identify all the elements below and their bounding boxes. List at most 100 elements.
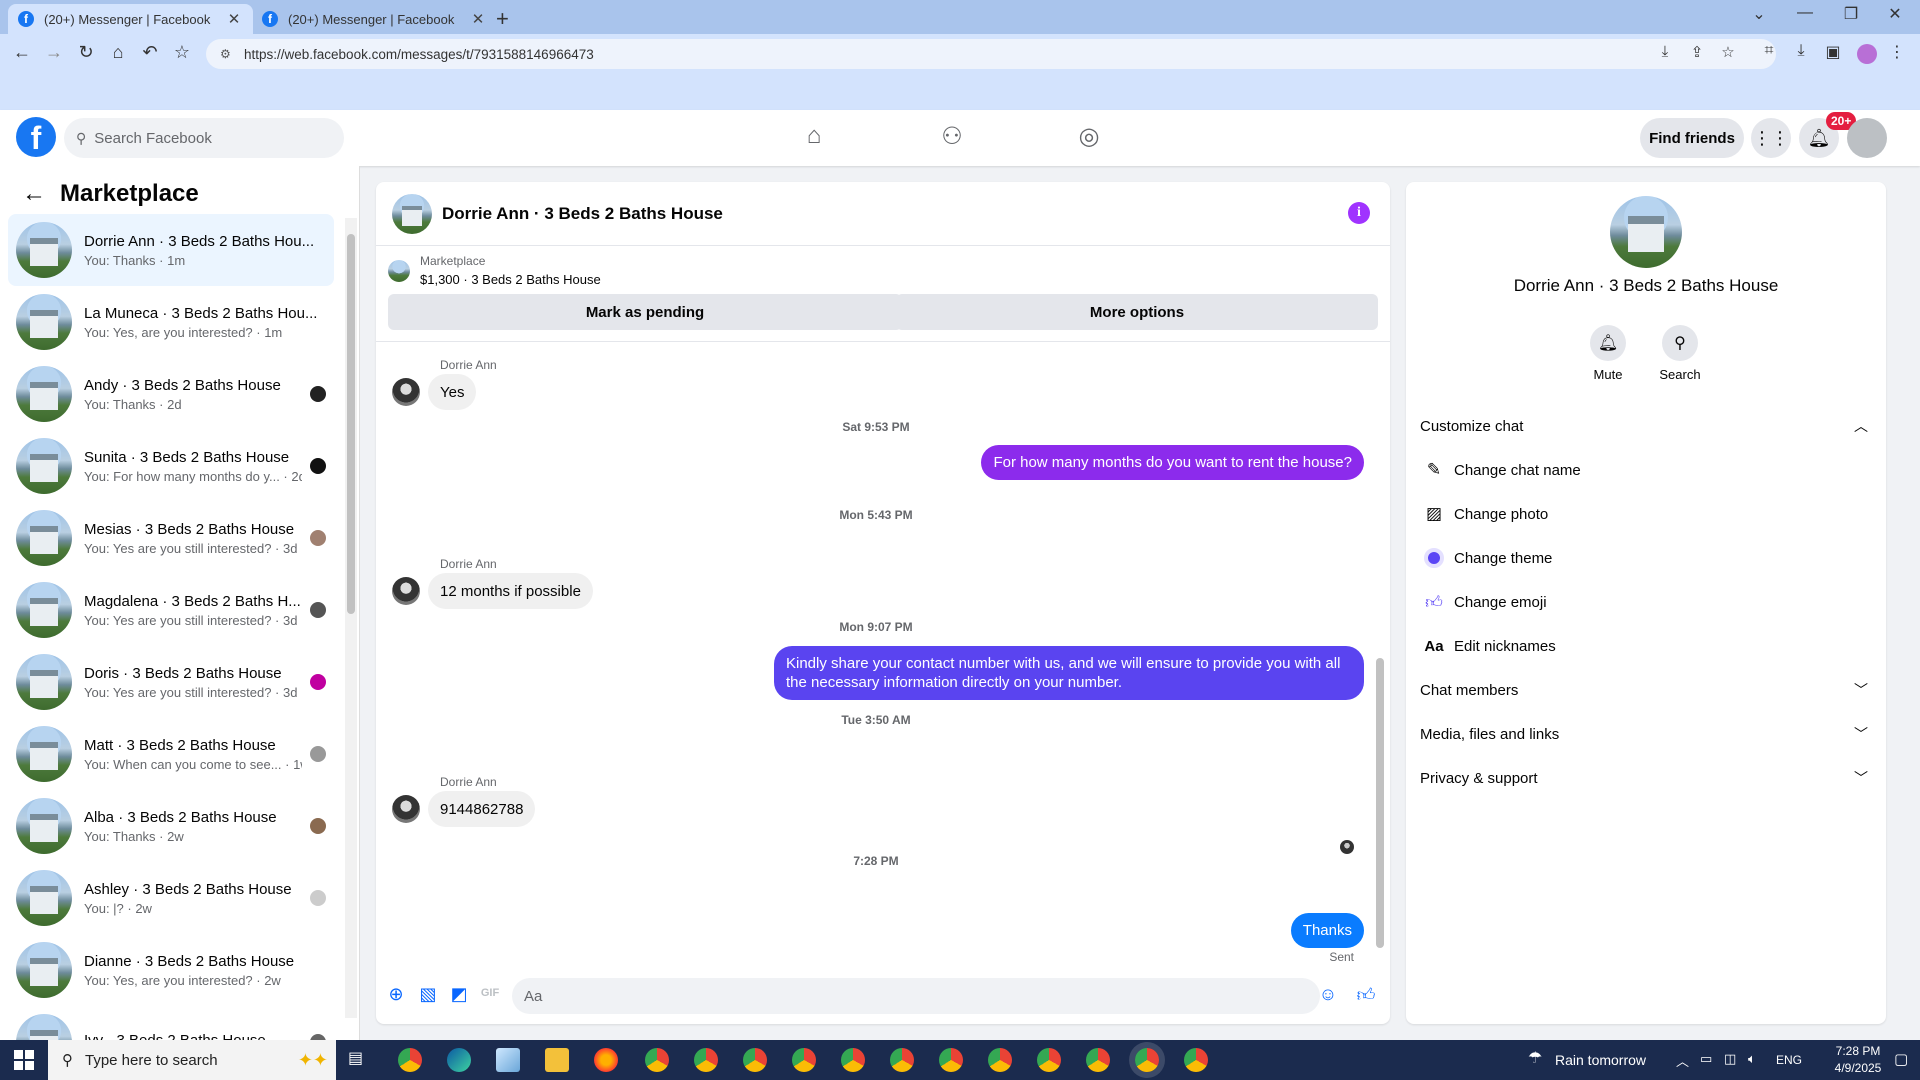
outgoing-message[interactable]: Thanks — [1290, 913, 1364, 948]
emoji-icon[interactable]: ☺ — [1316, 984, 1340, 1008]
conversation-item[interactable]: Dianne · 3 Beds 2 Baths House You: Yes, a… — [8, 934, 334, 1006]
chrome-profile-icon[interactable] — [743, 1048, 767, 1072]
message-input[interactable] — [512, 978, 1320, 1014]
gif-icon[interactable]: GIF — [478, 987, 502, 1011]
task-view-icon[interactable]: ▤ — [348, 1048, 372, 1072]
privacy-support-section[interactable]: Privacy & support ﹀ — [1420, 756, 1872, 800]
edit-nicknames-item[interactable]: Aa Edit nicknames — [1420, 624, 1872, 668]
search-action[interactable]: ⚲ Search — [1650, 325, 1710, 382]
chat-scrollbar[interactable] — [1374, 348, 1386, 960]
tab-search-chevron-icon[interactable]: ⌄ — [1736, 4, 1782, 24]
bookmark-page-star-icon[interactable]: ☆ — [1716, 43, 1740, 61]
back-arrow-icon[interactable]: ← — [22, 180, 46, 208]
crop-extension-icon[interactable]: ⌗ — [1756, 42, 1782, 60]
weather-cloud-icon[interactable]: ☂ — [1528, 1048, 1542, 1068]
customize-chat-section[interactable]: Customize chat ︿ — [1420, 404, 1872, 448]
chrome-profile-icon[interactable] — [792, 1048, 816, 1072]
file-explorer-icon[interactable] — [545, 1048, 569, 1072]
facebook-logo-icon[interactable]: f — [16, 117, 56, 157]
mute-action[interactable]: 🔔︎ Mute — [1578, 325, 1638, 382]
sidebar-scrollbar[interactable] — [345, 218, 357, 1018]
sender-avatar[interactable] — [392, 378, 420, 406]
bell-icon[interactable]: 🔔︎ — [1590, 325, 1626, 361]
share-icon[interactable]: ⇪ — [1685, 43, 1709, 61]
close-tab-icon[interactable]: ✕ — [225, 10, 243, 28]
thumbs-up-like-icon[interactable]: 👍︎ — [1354, 984, 1378, 1008]
chrome-profile-icon[interactable] — [645, 1048, 669, 1072]
conversation-item[interactable]: Doris · 3 Beds 2 Baths House You: Yes are… — [8, 646, 334, 718]
back-arrow-icon[interactable]: ← — [8, 42, 36, 63]
conversation-item[interactable]: La Muneca · 3 Beds 2 Baths Hou... You: Ye… — [8, 286, 334, 358]
reload-icon[interactable]: ↻ — [72, 42, 100, 63]
volume-speaker-icon[interactable]: 🔈︎ — [1748, 1051, 1756, 1067]
browser-menu-icon[interactable]: ⋮ — [1884, 42, 1910, 62]
search-icon[interactable]: ⚲ — [1662, 325, 1698, 361]
conversation-item[interactable]: Matt · 3 Beds 2 Baths House You: When can… — [8, 718, 334, 790]
conversation-item[interactable]: Alba · 3 Beds 2 Baths House You: Thanks ·… — [8, 790, 334, 862]
input-language[interactable]: ENG — [1776, 1053, 1802, 1067]
show-hidden-icons-chevron-icon[interactable]: ︿ — [1676, 1051, 1689, 1070]
incoming-message[interactable]: 12 months if possible — [428, 573, 593, 609]
address-bar[interactable]: ⚙ https://web.facebook.com/messages/t/79… — [206, 39, 1776, 69]
outgoing-message[interactable]: For how many months do you want to rent … — [981, 445, 1364, 480]
chrome-profile-icon[interactable] — [694, 1048, 718, 1072]
conversation-item[interactable]: Ivy · 3 Beds 2 Baths House — [8, 1006, 334, 1040]
conversation-info-icon[interactable]: i — [1348, 202, 1370, 224]
change-emoji-item[interactable]: 👍︎ Change emoji — [1420, 580, 1872, 624]
facebook-search-box[interactable]: ⚲ Search Facebook — [64, 118, 344, 158]
restore-window-icon[interactable]: ❐ — [1828, 4, 1874, 24]
close-tab-icon[interactable]: ✕ — [469, 10, 487, 28]
chat-scrollbar-thumb[interactable] — [1376, 658, 1384, 948]
groups-nav-icon[interactable]: ◎ — [1069, 122, 1109, 154]
mark-as-pending-button[interactable]: Mark as pending — [388, 294, 902, 330]
chrome-profile-icon[interactable] — [939, 1048, 963, 1072]
media-files-links-section[interactable]: Media, files and links ﹀ — [1420, 712, 1872, 756]
find-friends-button[interactable]: Find friends — [1640, 118, 1744, 158]
outgoing-message[interactable]: Kindly share your contact number with us… — [774, 646, 1364, 700]
incoming-message[interactable]: Yes — [428, 374, 477, 410]
sender-avatar[interactable] — [392, 577, 420, 605]
chat-avatar[interactable] — [392, 193, 432, 234]
marketplace-listing-info[interactable]: Marketplace $1,300 · 3 Beds 2 Baths Hous… — [388, 254, 601, 287]
conversation-item[interactable]: Sunita · 3 Beds 2 Baths House You: For ho… — [8, 430, 334, 502]
new-tab-icon[interactable]: + — [496, 6, 509, 32]
browser-tab-2[interactable]: f (20+) Messenger | Facebook ✕ — [252, 4, 497, 34]
incoming-message[interactable]: 9144862788 — [428, 791, 536, 827]
minimize-window-icon[interactable]: — — [1782, 4, 1828, 22]
chat-title[interactable]: Dorrie Ann · 3 Beds 2 Baths House — [442, 204, 723, 224]
taskbar-clock[interactable]: 7:28 PM 4/9/2025 — [1826, 1043, 1890, 1077]
bookmark-star-icon[interactable]: ☆ — [168, 42, 196, 63]
change-theme-item[interactable]: Change theme — [1420, 536, 1872, 580]
chrome-profile-icon[interactable] — [1086, 1048, 1110, 1072]
chrome-app-icon[interactable] — [398, 1048, 422, 1072]
taskbar-search-box[interactable]: ⚲ Type here to search ✦✦ — [48, 1040, 336, 1080]
chat-members-section[interactable]: Chat members ﹀ — [1420, 668, 1872, 712]
info-panel-avatar[interactable] — [1610, 196, 1682, 268]
downloads-icon[interactable]: ⤓ — [1788, 42, 1814, 60]
close-window-icon[interactable]: ✕ — [1872, 4, 1918, 24]
side-panel-icon[interactable]: ▣ — [1820, 42, 1846, 62]
install-app-icon[interactable]: ⤓ — [1653, 43, 1677, 60]
chrome-profile-icon[interactable] — [988, 1048, 1012, 1072]
chrome-profile-icon[interactable] — [841, 1048, 865, 1072]
chrome-profile-icon[interactable] — [1184, 1048, 1208, 1072]
chrome-active-window-icon[interactable] — [1135, 1048, 1159, 1072]
windows-start-icon[interactable] — [14, 1050, 34, 1070]
conversation-item[interactable]: Magdalena · 3 Beds 2 Baths H... You: Yes … — [8, 574, 334, 646]
conversation-item[interactable]: Mesias · 3 Beds 2 Baths House You: Yes ar… — [8, 502, 334, 574]
sticker-icon[interactable]: ◩ — [447, 984, 471, 1008]
conversation-item[interactable]: Ashley · 3 Beds 2 Baths House You: |? · 2… — [8, 862, 334, 934]
forward-arrow-icon[interactable]: → — [40, 42, 68, 63]
notepad-app-icon[interactable] — [496, 1048, 520, 1072]
browser-profile-avatar[interactable] — [1857, 44, 1877, 64]
chrome-profile-icon[interactable] — [890, 1048, 914, 1072]
site-info-icon[interactable]: ⚙ — [220, 47, 234, 61]
attach-photo-icon[interactable]: ▧ — [416, 984, 440, 1008]
conversation-item[interactable]: Dorrie Ann · 3 Beds 2 Baths Hou... You: T… — [8, 214, 334, 286]
notification-center-icon[interactable]: ▢ — [1894, 1050, 1908, 1068]
weather-text[interactable]: Rain tomorrow — [1555, 1052, 1646, 1068]
sender-avatar[interactable] — [392, 795, 420, 823]
network-icon[interactable]: ▭ — [1700, 1051, 1712, 1067]
account-avatar[interactable] — [1847, 118, 1887, 158]
friends-nav-icon[interactable]: ⚇ — [932, 122, 972, 154]
